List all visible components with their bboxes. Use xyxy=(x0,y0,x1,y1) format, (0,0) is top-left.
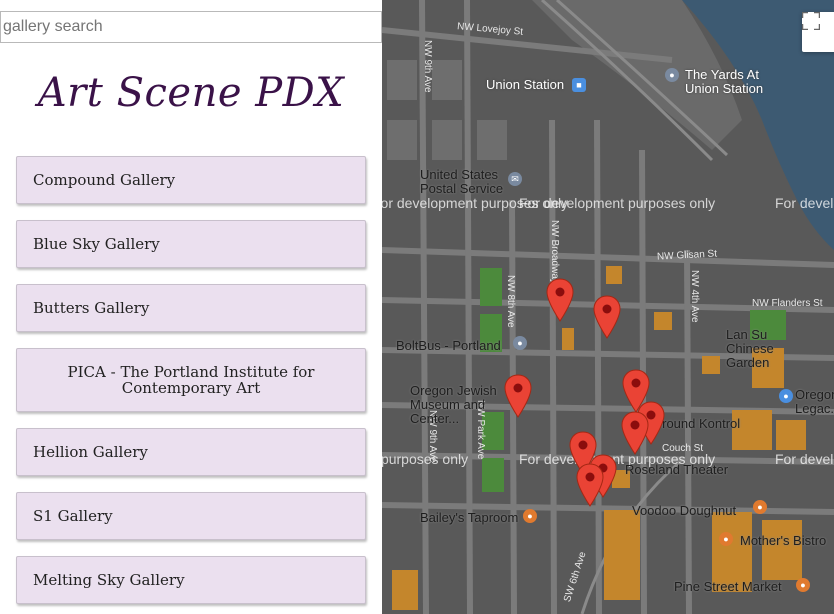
marker-butters-gallery[interactable] xyxy=(504,374,532,418)
watermark: For development purposes only xyxy=(775,451,834,467)
street-4th: NW 4th Ave xyxy=(689,270,700,323)
label-mothers: Mother's Bistro xyxy=(740,533,827,548)
gallery-button-blue-sky[interactable]: Blue Sky Gallery xyxy=(16,220,366,268)
label-lan-su: Lan Su Chinese Garden xyxy=(726,327,774,370)
place-icon: ● xyxy=(665,68,679,82)
search-input[interactable] xyxy=(0,11,382,43)
fullscreen-button[interactable] xyxy=(802,12,834,52)
bus-icon: ● xyxy=(513,336,527,350)
watermark: For development purposes only xyxy=(775,195,834,211)
sidebar: Art Scene PDX Compound Gallery Blue Sky … xyxy=(0,0,382,614)
fullscreen-icon xyxy=(802,12,820,30)
food-icon: ● xyxy=(719,532,733,546)
label-roseland: Roseland Theater xyxy=(625,462,729,477)
map-pin-icon xyxy=(546,278,574,322)
gallery-button-s1[interactable]: S1 Gallery xyxy=(16,492,366,540)
museum-icon: ● xyxy=(779,389,793,403)
marker-s1-gallery[interactable] xyxy=(621,411,649,455)
gallery-button-hellion[interactable]: Hellion Gallery xyxy=(16,428,366,476)
label-voodoo: Voodoo Doughnut xyxy=(632,503,737,518)
marker-compound-gallery[interactable] xyxy=(546,278,574,322)
marker-blue-sky-gallery[interactable] xyxy=(593,295,621,339)
street-8th: NW 8th Ave xyxy=(505,275,516,328)
watermark: For development purposes only xyxy=(382,451,469,467)
map-pin-icon xyxy=(621,411,649,455)
label-oregon-legacy: Oregon Legac... xyxy=(795,388,834,416)
label-union-station: Union Station xyxy=(486,77,565,92)
gallery-button-pica[interactable]: PICA - The Portland Institute for Contem… xyxy=(16,348,366,412)
gallery-button-melting-sky[interactable]: Melting Sky Gallery xyxy=(16,556,366,604)
map-pin-icon xyxy=(504,374,532,418)
gallery-button-compound[interactable]: Compound Gallery xyxy=(16,156,366,204)
label-post-office: United States Postal Service xyxy=(420,167,504,196)
label-yards: The Yards At Union Station xyxy=(685,67,764,96)
marker-extra-2[interactable] xyxy=(576,463,604,507)
label-pine-street: Pine Street Market xyxy=(674,579,782,594)
map-view[interactable]: For development purposes only For develo… xyxy=(382,0,834,614)
site-title: Art Scene PDX xyxy=(37,70,345,116)
watermark: For development purposes only xyxy=(519,195,716,211)
map-pin-icon xyxy=(593,295,621,339)
gallery-button-butters[interactable]: Butters Gallery xyxy=(16,284,366,332)
map-pin-icon xyxy=(576,463,604,507)
food-icon: ● xyxy=(796,578,810,592)
label-boltbus: BoltBus - Portland xyxy=(396,338,501,353)
food-icon: ● xyxy=(753,500,767,514)
beer-icon: ● xyxy=(523,509,537,523)
street-couch: Couch St xyxy=(662,443,704,454)
street-flanders: NW Flanders St xyxy=(752,298,823,309)
street-broadway: NW Broadway xyxy=(549,220,560,284)
train-icon: ■ xyxy=(572,78,586,92)
label-ground-kontrol: Ground Kontrol xyxy=(652,416,741,431)
street-9th-north: NW 9th Ave xyxy=(422,40,433,93)
label-baileys: Bailey's Taproom xyxy=(420,510,519,525)
mail-icon: ✉ xyxy=(508,172,522,186)
